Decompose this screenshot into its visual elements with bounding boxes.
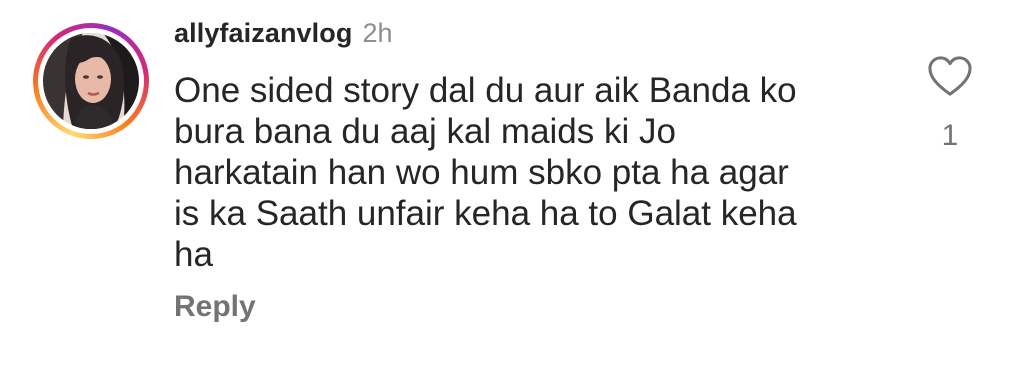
avatar-photo — [43, 33, 139, 129]
like-control: 1 — [925, 55, 975, 153]
comment-header: allyfaizanvlog 2h — [174, 18, 393, 54]
avatar-story-ring[interactable] — [33, 23, 149, 139]
username-link[interactable]: allyfaizanvlog — [174, 18, 352, 49]
avatar-ring-gap — [38, 28, 144, 134]
comment-text: One sided story dal du aur aik Banda ko … — [174, 71, 797, 274]
comment-timestamp: 2h — [362, 18, 393, 48]
comment-item: allyfaizanvlog 2h One sided story dal du… — [0, 0, 1024, 365]
avatar[interactable] — [43, 33, 139, 129]
reply-button[interactable]: Reply — [174, 290, 256, 324]
heart-outline-icon[interactable] — [927, 55, 973, 97]
like-count: 1 — [941, 119, 959, 152]
